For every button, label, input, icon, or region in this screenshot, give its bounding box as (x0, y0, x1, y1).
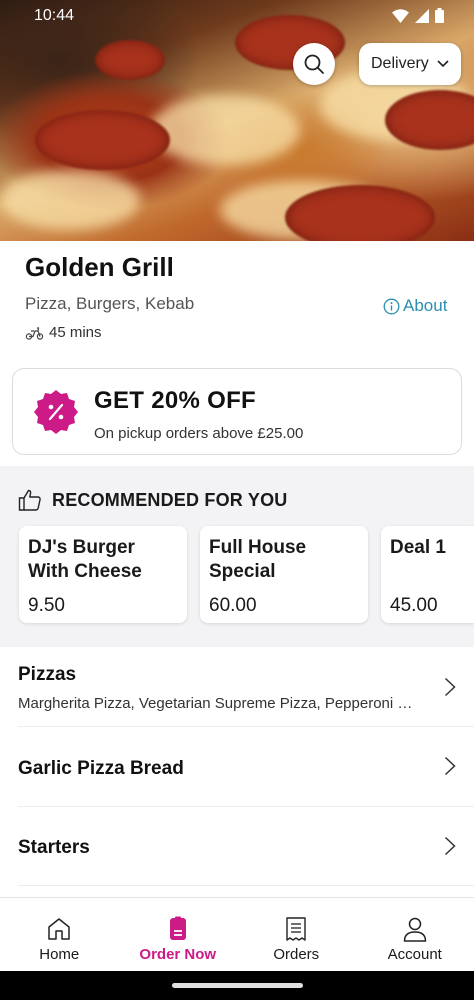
recommended-header: RECOMMENDED FOR YOU (18, 489, 287, 511)
delivery-mode-dropdown[interactable]: Delivery (359, 43, 461, 85)
promo-title: GET 20% OFF (94, 387, 256, 414)
status-time: 10:44 (34, 7, 75, 24)
status-icons (392, 8, 444, 23)
thumbs-up-icon (18, 489, 41, 511)
recommended-item-card[interactable]: Deal 1 45.00 (381, 526, 474, 623)
eta-text: 45 mins (49, 324, 102, 341)
about-link[interactable]: About (383, 296, 447, 316)
nav-label: Home (39, 946, 80, 963)
wifi-icon (392, 8, 409, 23)
restaurant-name: Golden Grill (25, 252, 174, 282)
cellular-signal-icon (415, 8, 429, 23)
promo-subtitle: On pickup orders above £25.00 (94, 425, 304, 442)
nav-item-orders[interactable]: Orders (237, 898, 356, 971)
restaurant-hero-image (0, 0, 474, 241)
recommended-item-price: 60.00 (209, 595, 257, 616)
recommended-item-card[interactable]: Full House Special 60.00 (200, 526, 368, 623)
category-title: Pizzas (18, 664, 77, 685)
nav-item-home[interactable]: Home (0, 898, 119, 971)
promo-banner[interactable]: GET 20% OFF On pickup orders above £25.0… (12, 368, 462, 455)
system-navigation-bar (0, 971, 474, 1000)
recommended-item-name: Deal 1 (390, 537, 446, 558)
order-icon (169, 916, 186, 940)
recommended-title: RECOMMENDED FOR YOU (52, 489, 288, 510)
delivery-mode-label: Delivery (371, 55, 429, 72)
nav-item-order-now[interactable]: Order Now (119, 898, 238, 971)
recommended-item-name: Full House Special (209, 537, 307, 582)
category-description: Margherita Pizza, Vegetarian Supreme Piz… (18, 695, 422, 712)
chevron-right-icon (444, 836, 456, 856)
battery-icon (435, 8, 444, 23)
discount-badge-icon (34, 390, 78, 434)
nav-item-account[interactable]: Account (356, 898, 474, 971)
chevron-right-icon (444, 677, 456, 697)
recommended-item-name: DJ's Burger With Cheese (28, 537, 142, 582)
home-icon (48, 918, 70, 940)
nav-label: Orders (273, 946, 320, 963)
search-button[interactable] (293, 43, 335, 85)
recommended-item-price: 9.50 (28, 595, 65, 616)
menu-category-row[interactable]: Starters (0, 807, 474, 886)
nav-label: Account (387, 946, 442, 963)
delivery-eta: 45 mins (25, 324, 102, 341)
about-label: About (403, 296, 448, 315)
restaurant-cuisine: Pizza, Burgers, Kebab (25, 294, 195, 313)
category-title: Garlic Pizza Bread (18, 758, 184, 779)
bottom-navigation: Home Order Now Orders Account (0, 897, 474, 971)
scooter-icon (25, 326, 44, 340)
recommended-item-card[interactable]: DJ's Burger With Cheese 9.50 (19, 526, 187, 623)
menu-category-row[interactable]: Garlic Pizza Bread (0, 727, 474, 806)
status-bar: 10:44 (0, 0, 474, 32)
account-icon (403, 917, 426, 942)
chevron-down-icon (437, 60, 449, 68)
recommended-item-price: 45.00 (390, 595, 438, 616)
receipt-icon (286, 917, 306, 941)
chevron-right-icon (444, 756, 456, 776)
search-icon (304, 54, 324, 74)
info-icon (383, 298, 400, 314)
recommended-section: RECOMMENDED FOR YOU DJ's Burger With Che… (0, 466, 474, 647)
category-title: Starters (18, 837, 90, 858)
divider (18, 885, 474, 886)
home-gesture-handle[interactable] (172, 983, 303, 988)
menu-category-row[interactable]: Pizzas Margherita Pizza, Vegetarian Supr… (0, 647, 474, 726)
nav-label: Order Now (139, 946, 217, 963)
